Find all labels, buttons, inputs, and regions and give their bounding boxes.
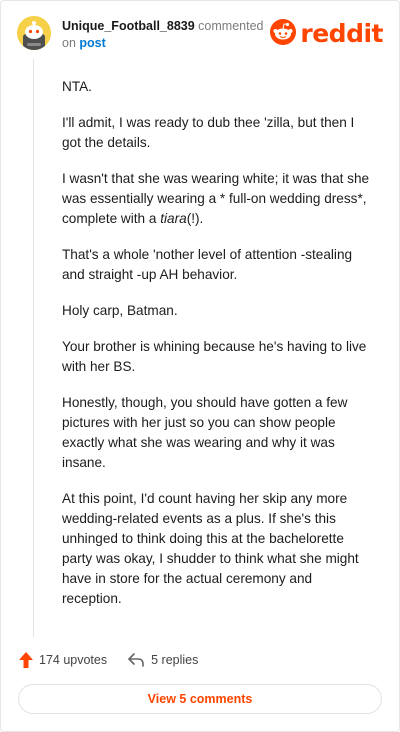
username[interactable]: Unique_Football_8839 [62, 19, 195, 33]
replies-button[interactable]: 5 replies [127, 652, 198, 668]
comment-paragraph: Honestly, though, you should have gotten… [62, 395, 348, 470]
reply-arrow-icon [127, 652, 145, 668]
reply-count: 5 replies [151, 653, 199, 667]
comment-body: NTA. I'll admit, I was ready to dub thee… [62, 77, 372, 625]
reddit-wordmark: reddit [300, 19, 383, 48]
comment-text: I wasn't that she was wearing white; it … [62, 171, 370, 226]
comment-paragraph: At this point, I'd count having her skip… [62, 491, 359, 606]
view-comments-button[interactable]: View 5 comments [18, 684, 382, 714]
comment-header: Unique_Football_8839 commented on post r… [17, 16, 383, 52]
snoo-avatar-icon[interactable] [17, 16, 51, 50]
comment-card: Unique_Football_8839 commented on post r… [0, 0, 400, 732]
on-text: on [62, 36, 76, 50]
comment-paragraph: I wasn't that she was wearing white; it … [62, 169, 372, 229]
comment-paragraph: NTA. [62, 79, 92, 94]
comment-paragraph: I'll admit, I was ready to dub thee 'zil… [62, 115, 355, 150]
post-link[interactable]: post [79, 36, 105, 50]
comment-paragraph: Holy carp, Batman. [62, 303, 178, 318]
comment-actions: 174 upvotes 5 replies [18, 649, 198, 671]
upvote-count: 174 upvotes [39, 653, 108, 667]
comment-paragraph: Your brother is whining because he's hav… [62, 339, 367, 374]
comment-paragraph: That's a whole 'nother level of attentio… [62, 247, 353, 282]
comment-text: (!). [186, 211, 204, 226]
thread-line[interactable] [33, 59, 34, 637]
comment-italic-text: tiara [160, 211, 187, 226]
comment-meta: Unique_Football_8839 commented on post [62, 18, 263, 52]
upvote-button[interactable]: 174 upvotes [18, 651, 107, 669]
reddit-snoo-icon [270, 18, 297, 50]
reddit-logo[interactable]: reddit [270, 18, 383, 50]
upvote-arrow-icon [18, 651, 34, 669]
comment-action-text: commented [198, 19, 264, 33]
